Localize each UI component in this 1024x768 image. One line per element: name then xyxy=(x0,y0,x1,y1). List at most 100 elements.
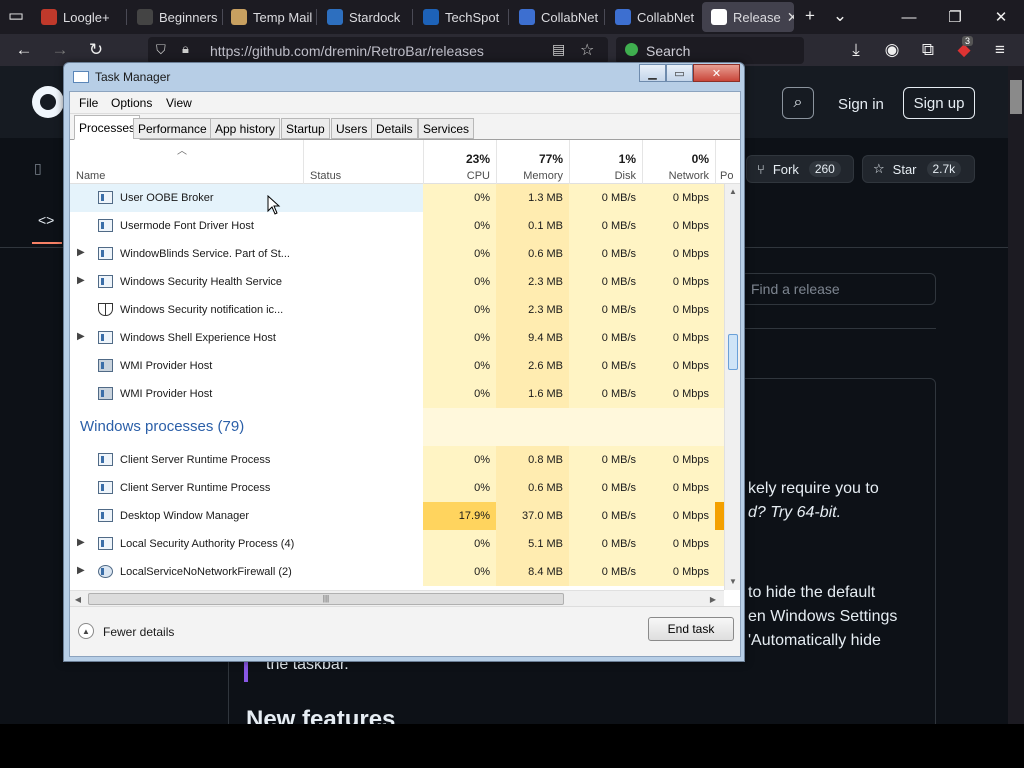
menu-file[interactable]: File xyxy=(79,96,98,110)
horizontal-scrollbar[interactable]: ◀ ||| ▶ xyxy=(70,590,724,606)
browser-tab[interactable]: CollabNet xyxy=(510,0,602,34)
restore-window-icon[interactable]: ❐ xyxy=(932,0,978,34)
forward-icon[interactable]: → xyxy=(48,39,72,61)
col-separator[interactable] xyxy=(642,140,643,184)
browser-tab[interactable]: Stardock xyxy=(318,0,410,34)
col-network-total[interactable]: 0% xyxy=(642,152,709,166)
new-tab-icon[interactable]: + xyxy=(798,5,822,27)
tab-services[interactable]: Services xyxy=(418,118,475,139)
col-cpu[interactable]: CPU xyxy=(423,170,490,182)
col-cpu-total[interactable]: 23% xyxy=(423,152,490,166)
account-icon[interactable]: ◉ xyxy=(880,39,904,61)
tm-close-icon[interactable]: ✕ xyxy=(693,64,740,82)
sign-in-link[interactable]: Sign in xyxy=(838,96,884,113)
process-row[interactable]: ▶ Windows Security Health Service 0% 2.3 MB… xyxy=(70,268,724,296)
scroll-down-icon[interactable]: ▼ xyxy=(725,574,741,588)
process-row[interactable]: ▶ WindowBlinds Service. Part of St... 0% 0.… xyxy=(70,240,724,268)
browser-tab[interactable]: Beginners xyxy=(128,0,220,34)
tab-list-chevron-icon[interactable]: ⌄ xyxy=(828,5,852,27)
tab-overview-icon[interactable]: ▭ xyxy=(4,5,28,27)
group-header[interactable]: Windows processes (79) xyxy=(70,408,724,446)
process-row[interactable]: ▶ Windows Shell Experience Host 0% 9.4 MB 0 … xyxy=(70,324,724,352)
process-row[interactable]: WMI Provider Host 0% 1.6 MB 0 MB/s 0 Mbps xyxy=(70,380,724,408)
browser-tab[interactable]: Release ✕ xyxy=(702,2,794,32)
col-name[interactable]: Name xyxy=(76,170,105,182)
col-network[interactable]: Network xyxy=(642,170,709,182)
close-tab-icon[interactable]: ✕ xyxy=(787,9,794,26)
back-icon[interactable]: ← xyxy=(12,39,36,61)
browser-tab[interactable]: CollabNet xyxy=(606,0,698,34)
col-separator[interactable] xyxy=(303,140,304,184)
process-row[interactable]: Client Server Runtime Process 0% 0.8 MB 0 M… xyxy=(70,446,724,474)
horizontal-scroll-thumb[interactable]: ||| xyxy=(88,593,564,605)
col-memory[interactable]: Memory xyxy=(496,170,563,182)
page-scrollbar[interactable] xyxy=(1008,66,1024,724)
menu-view[interactable]: View xyxy=(166,96,192,110)
tab-startup[interactable]: Startup xyxy=(281,118,330,139)
tab-details[interactable]: Details xyxy=(371,118,418,139)
menu-hamburger-icon[interactable]: ≡ xyxy=(988,39,1012,61)
scroll-right-icon[interactable]: ▶ xyxy=(706,592,720,606)
reader-view-icon[interactable]: ▤ xyxy=(552,41,565,58)
url-bar[interactable]: ⛉ 🔒︎ https://github.com/dremin/RetroBar/… xyxy=(148,37,608,64)
vertical-scrollbar[interactable]: ▲ ▼ xyxy=(724,184,740,590)
process-row[interactable]: Windows Security notification ic... 0% 2.3… xyxy=(70,296,724,324)
process-row[interactable]: Client Server Runtime Process 0% 0.6 MB 0 M… xyxy=(70,474,724,502)
expand-arrow-icon[interactable]: ▶ xyxy=(77,275,85,286)
col-disk[interactable]: Disk xyxy=(569,170,636,182)
lock-icon[interactable]: 🔒︎ xyxy=(182,41,189,57)
process-row[interactable]: Desktop Window Manager 17.9% 37.0 MB 0 MB/s… xyxy=(70,502,724,530)
url-text[interactable]: https://github.com/dremin/RetroBar/relea… xyxy=(210,43,484,59)
col-status[interactable]: Status xyxy=(310,170,341,182)
fewer-details-link[interactable]: Fewer details xyxy=(103,625,174,639)
process-row[interactable]: WMI Provider Host 0% 2.6 MB 0 MB/s 0 Mbps xyxy=(70,352,724,380)
browser-tab[interactable]: Loogle+ xyxy=(32,0,124,34)
scroll-up-icon[interactable]: ▲ xyxy=(725,184,741,198)
code-tab-icon[interactable]: <> xyxy=(38,212,54,228)
star-button[interactable]: ☆ Star 2.7k xyxy=(862,155,975,183)
col-separator[interactable] xyxy=(569,140,570,184)
extensions-icon[interactable]: ⧉ xyxy=(916,39,940,61)
scroll-left-icon[interactable]: ◀ xyxy=(71,592,85,606)
col-separator[interactable] xyxy=(496,140,497,184)
fork-button[interactable]: ⑂ Fork 260 xyxy=(746,155,854,183)
find-release-input[interactable]: Find a release xyxy=(740,273,936,305)
end-task-button[interactable]: End task xyxy=(648,617,734,641)
process-row[interactable]: Usermode Font Driver Host 0% 0.1 MB 0 MB/s 0… xyxy=(70,212,724,240)
col-power[interactable]: Po xyxy=(720,170,733,182)
vertical-scroll-thumb[interactable] xyxy=(728,334,738,370)
github-search-icon[interactable]: ⌕ xyxy=(782,87,814,119)
tab-performance[interactable]: Performance xyxy=(133,118,212,139)
col-separator[interactable] xyxy=(715,140,716,184)
process-row[interactable]: ▶ LocalServiceNoNetworkFirewall (2) 0% 8.4 … xyxy=(70,558,724,586)
browser-tab[interactable]: Temp Mail xyxy=(222,0,314,34)
downloads-icon[interactable]: ⤓ xyxy=(844,39,868,61)
col-separator[interactable] xyxy=(423,140,424,184)
tracking-shield-icon[interactable]: ⛉ xyxy=(156,42,166,58)
collapse-up-icon[interactable]: ▲ xyxy=(78,623,94,639)
expand-arrow-icon[interactable]: ▶ xyxy=(77,247,85,258)
col-disk-total[interactable]: 1% xyxy=(569,152,636,166)
expand-arrow-icon[interactable]: ▶ xyxy=(77,537,85,548)
tm-minimize-icon[interactable]: ▁ xyxy=(639,64,666,82)
sign-up-button[interactable]: Sign up xyxy=(903,87,975,119)
tab-users[interactable]: Users xyxy=(331,118,373,139)
expand-arrow-icon[interactable]: ▶ xyxy=(77,565,85,576)
expand-arrow-icon[interactable]: ▶ xyxy=(77,331,85,342)
menu-options[interactable]: Options xyxy=(111,96,152,110)
close-window-icon[interactable]: ✕ xyxy=(978,0,1024,34)
browser-tab[interactable]: TechSpot xyxy=(414,0,506,34)
col-memory-total[interactable]: 77% xyxy=(496,152,563,166)
process-row[interactable]: ▶ Local Security Authority Process (4) 0% 5… xyxy=(70,530,724,558)
search-box[interactable]: Search xyxy=(616,37,804,64)
tab-processes[interactable]: Processes xyxy=(74,115,141,140)
process-row[interactable]: User OOBE Broker 0% 1.3 MB 0 MB/s 0 Mbps xyxy=(70,184,724,212)
task-manager-titlebar[interactable]: Task Manager ▁ ▭ ✕ xyxy=(64,63,744,91)
tab-app-history[interactable]: App history xyxy=(210,118,281,139)
minimize-window-icon[interactable]: — xyxy=(886,0,932,34)
github-logo-icon[interactable] xyxy=(32,86,64,118)
reload-icon[interactable]: ↻ xyxy=(84,39,108,61)
tm-maximize-icon[interactable]: ▭ xyxy=(666,64,693,82)
page-scroll-thumb[interactable] xyxy=(1010,80,1022,114)
bookmark-star-icon[interactable]: ☆ xyxy=(580,40,594,60)
